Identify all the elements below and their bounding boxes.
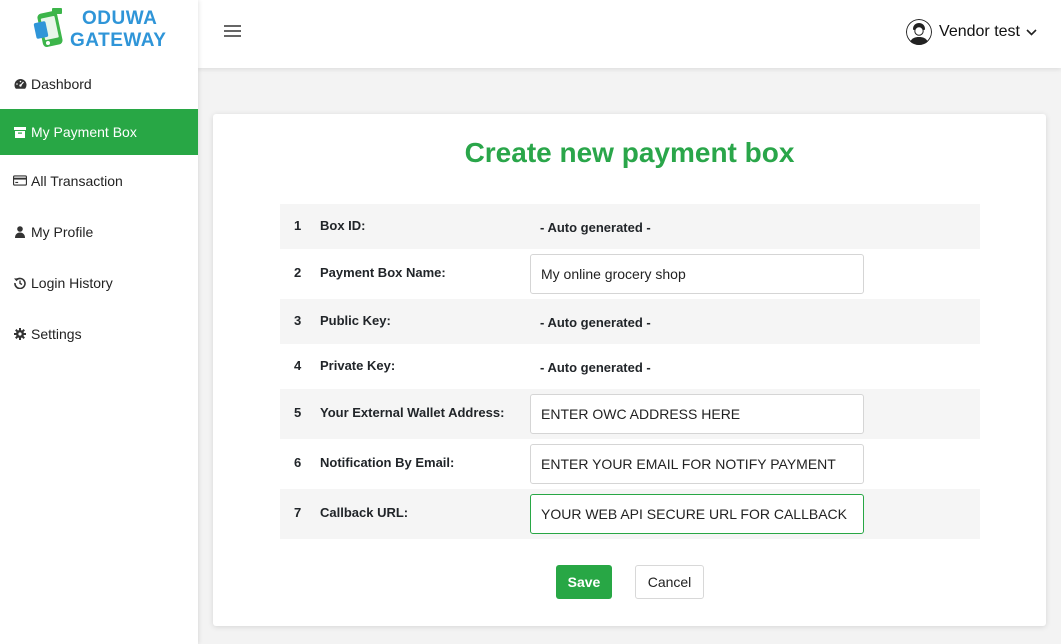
payment-box-name-input[interactable]: My online grocery shop (530, 254, 864, 294)
sidebar-item-label: All Transaction (31, 172, 123, 189)
sidebar-item-label: Dashbord (31, 75, 92, 92)
callback-url-input[interactable]: YOUR WEB API SECURE URL FOR CALLBACK (530, 494, 864, 534)
row-label: Your External Wallet Address: (320, 405, 505, 420)
row-number: 7 (294, 505, 302, 520)
notification-email-input[interactable]: ENTER YOUR EMAIL FOR NOTIFY PAYMENT (530, 444, 864, 484)
user-icon (13, 225, 27, 239)
private-key-value: - Auto generated - (540, 360, 651, 375)
sidebar-nav: Dashbord My Payment Box All Transaction … (0, 58, 198, 359)
sidebar-item-dashboard[interactable]: Dashbord (0, 58, 198, 109)
form-row-payment-box-name: 2 Payment Box Name: My online grocery sh… (280, 249, 980, 299)
row-label: Callback URL: (320, 505, 409, 520)
row-number: 5 (294, 405, 302, 420)
credit-card-icon (13, 174, 27, 188)
row-number: 3 (294, 313, 302, 328)
row-label: Notification By Email: (320, 455, 455, 470)
sidebar: ODUWA GATEWAY Dashbord My Payment Box Al… (0, 0, 198, 644)
row-label: Public Key: (320, 313, 391, 328)
public-key-value: - Auto generated - (540, 315, 651, 330)
row-label: Box ID: (320, 218, 366, 233)
sidebar-item-my-payment-box[interactable]: My Payment Box (0, 109, 198, 155)
row-number: 2 (294, 265, 302, 280)
row-label: Private Key: (320, 358, 396, 373)
sidebar-item-login-history[interactable]: Login History (0, 257, 198, 308)
sidebar-item-settings[interactable]: Settings (0, 308, 198, 359)
hamburger-icon[interactable] (224, 25, 241, 37)
chevron-down-icon (1026, 23, 1037, 41)
sidebar-item-my-profile[interactable]: My Profile (0, 206, 198, 257)
history-icon (13, 276, 27, 290)
logo[interactable]: ODUWA GATEWAY (32, 6, 182, 52)
row-number: 6 (294, 455, 302, 470)
row-number: 4 (294, 358, 302, 373)
save-button[interactable]: Save (556, 565, 612, 599)
form-row-private-key: 4 Private Key: - Auto generated - (280, 344, 980, 389)
avatar (906, 19, 933, 45)
page-title: Create new payment box (464, 137, 795, 168)
box-id-value: - Auto generated - (540, 220, 651, 235)
sidebar-item-all-transaction[interactable]: All Transaction (0, 155, 198, 206)
form-row-public-key: 3 Public Key: - Auto generated - (280, 299, 980, 344)
row-number: 1 (294, 218, 302, 233)
sidebar-item-label: Settings (31, 325, 82, 342)
cancel-button[interactable]: Cancel (635, 565, 704, 599)
brand-line1: ODUWA (82, 8, 158, 29)
sidebar-item-label: My Payment Box (31, 124, 137, 140)
logo-icon (33, 8, 63, 47)
row-label: Payment Box Name: (320, 265, 446, 280)
form-row-wallet-address: 5 Your External Wallet Address: ENTER OW… (280, 389, 980, 439)
form-row-notification-email: 6 Notification By Email: ENTER YOUR EMAI… (280, 439, 980, 489)
user-menu[interactable]: Vendor test (906, 18, 1037, 46)
payment-box-form: 1 Box ID: - Auto generated - 2 Payment B… (280, 204, 980, 539)
archive-icon (13, 125, 27, 139)
brand-line2: GATEWAY (70, 30, 167, 51)
topbar: Vendor test (198, 0, 1061, 68)
form-row-callback-url: 7 Callback URL: YOUR WEB API SECURE URL … (280, 489, 980, 539)
tachometer-icon (13, 77, 27, 91)
wallet-address-input[interactable]: ENTER OWC ADDRESS HERE (530, 394, 864, 434)
payment-box-card: Create new payment box 1 Box ID: - Auto … (213, 114, 1046, 626)
sidebar-item-label: My Profile (31, 223, 94, 240)
logo-text: ODUWA GATEWAY (70, 8, 166, 52)
gear-icon (13, 327, 27, 341)
sidebar-item-label: Login History (31, 274, 113, 291)
form-row-box-id: 1 Box ID: - Auto generated - (280, 204, 980, 249)
user-name: Vendor test (939, 23, 1020, 40)
